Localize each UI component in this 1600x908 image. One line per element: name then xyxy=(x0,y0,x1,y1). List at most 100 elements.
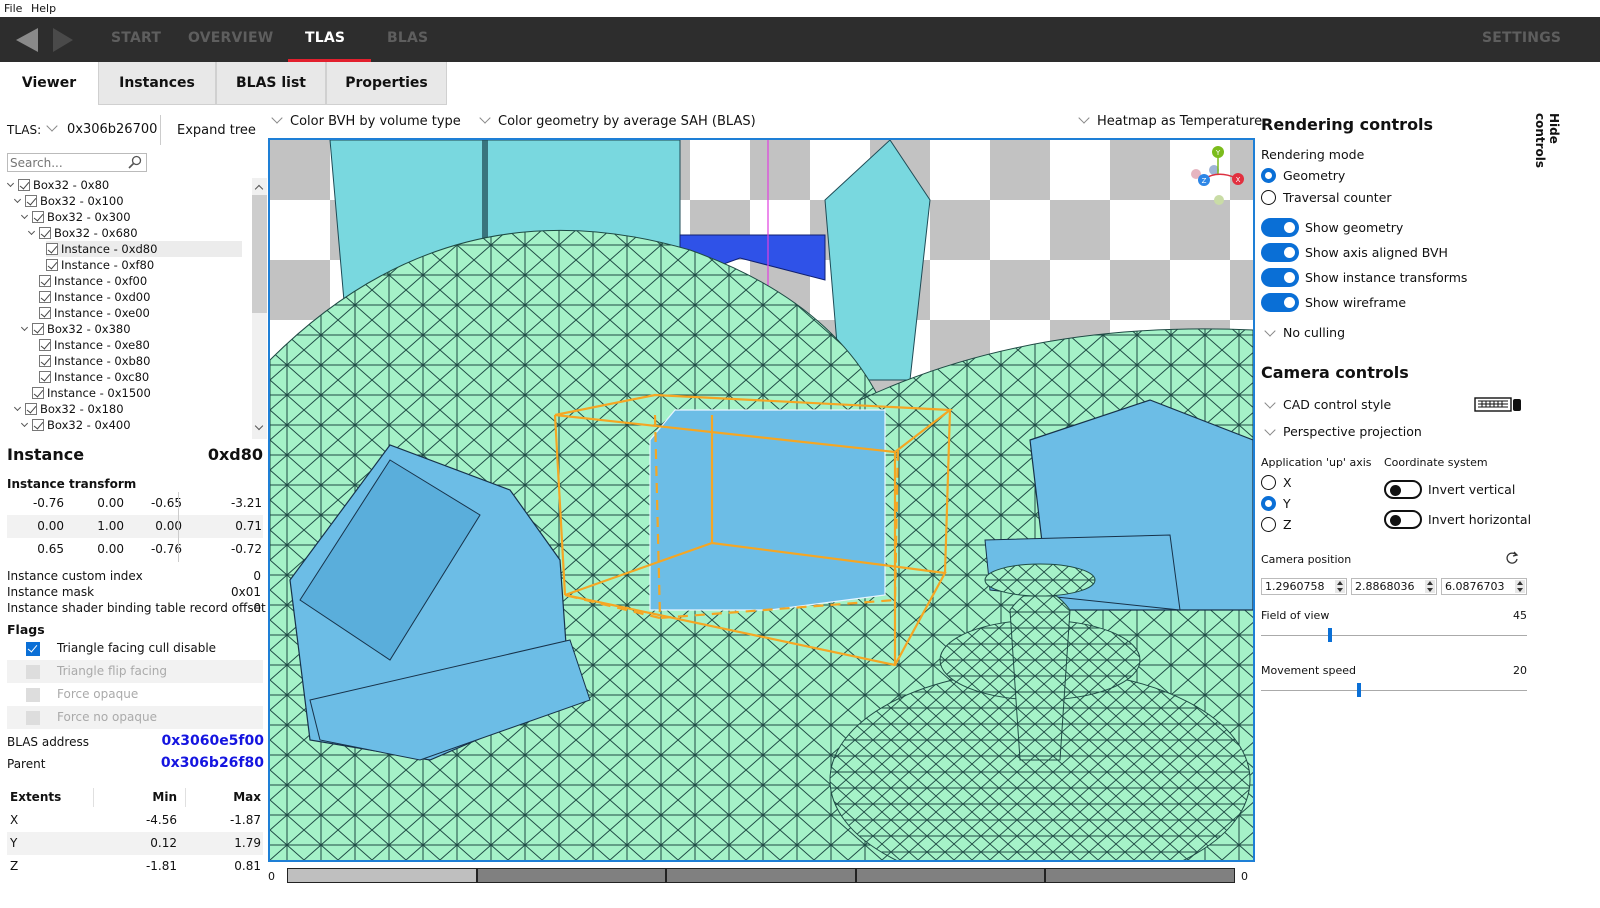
projection-dropdown[interactable]: Perspective projection xyxy=(1283,424,1422,439)
toggle-switch[interactable] xyxy=(1261,268,1299,287)
camera-position-value[interactable]: 6.0876703 xyxy=(1445,580,1505,593)
tree-item-checkbox[interactable] xyxy=(39,307,51,319)
tlas-dropdown-chevron-icon[interactable] xyxy=(46,120,58,132)
coordinate-toggle[interactable] xyxy=(1384,480,1422,499)
geometry-color-mode-dropdown[interactable]: Color geometry by average SAH (BLAS) xyxy=(498,114,756,129)
scrollbar-thumb[interactable] xyxy=(252,195,267,313)
tab-properties[interactable]: Properties xyxy=(326,62,447,105)
hide-controls-button[interactable]: Hide controls xyxy=(1533,113,1561,198)
tree-item-checkbox[interactable] xyxy=(46,243,58,255)
fov-slider-thumb[interactable] xyxy=(1328,628,1333,642)
parent-link[interactable]: 0x306b26f80 xyxy=(161,755,264,771)
bvh-color-chevron-icon[interactable] xyxy=(271,112,283,124)
up-axis-label[interactable]: Y xyxy=(1283,496,1291,511)
timeline-segment[interactable] xyxy=(288,869,478,882)
toggle-switch[interactable] xyxy=(1261,293,1299,312)
timeline-segment[interactable] xyxy=(477,869,668,882)
reset-camera-icon[interactable] xyxy=(1505,551,1519,565)
nav-tab-tlas[interactable]: TLAS xyxy=(305,30,345,46)
coordinate-toggle[interactable] xyxy=(1384,510,1422,529)
timeline-bar[interactable] xyxy=(287,868,1235,883)
tree-item-checkbox[interactable] xyxy=(46,259,58,271)
column-divider[interactable] xyxy=(185,788,186,807)
spin-arrows-icon[interactable] xyxy=(1425,580,1435,593)
column-divider[interactable] xyxy=(93,788,94,807)
culling-chevron-icon[interactable] xyxy=(1264,325,1276,337)
tab-viewer[interactable]: Viewer xyxy=(0,62,98,105)
spin-arrows-icon[interactable] xyxy=(1335,580,1345,593)
tree-item-checkbox[interactable] xyxy=(39,291,51,303)
flag-checkbox[interactable] xyxy=(26,642,40,656)
expand-chevron-icon[interactable] xyxy=(14,406,21,413)
blas-address-link[interactable]: 0x3060e5f00 xyxy=(161,733,264,749)
nav-tab-start[interactable]: START xyxy=(111,30,161,46)
tree-item[interactable]: Instance - 0xf80 xyxy=(46,257,242,273)
heatmap-mode-dropdown[interactable]: Heatmap as Temperature xyxy=(1097,114,1262,129)
nav-tab-overview[interactable]: OVERVIEW xyxy=(188,30,273,46)
up-axis-label[interactable]: Z xyxy=(1283,517,1292,532)
control-style-dropdown[interactable]: CAD control style xyxy=(1283,397,1391,412)
nav-settings[interactable]: SETTINGS xyxy=(1482,30,1561,46)
timeline-segment[interactable] xyxy=(1046,869,1234,882)
expand-chevron-icon[interactable] xyxy=(21,214,28,221)
search-icon[interactable] xyxy=(128,155,142,169)
tree-item[interactable]: Instance - 0xe00 xyxy=(39,305,242,321)
camera-position-spinbox[interactable]: 2.8868036 xyxy=(1351,578,1437,595)
up-axis-radio[interactable] xyxy=(1261,517,1276,532)
camera-position-value[interactable]: 2.8868036 xyxy=(1355,580,1415,593)
scroll-down-icon[interactable] xyxy=(254,421,264,431)
tree-item[interactable]: Box32 - 0x180 xyxy=(14,401,242,417)
expand-chevron-icon[interactable] xyxy=(28,230,35,237)
tree-item-checkbox[interactable] xyxy=(39,227,51,239)
tlas-selector[interactable]: 0x306b26700 xyxy=(67,122,157,137)
tab-instances[interactable]: Instances xyxy=(98,62,216,105)
back-arrow-icon[interactable] xyxy=(16,28,38,52)
tree-item[interactable]: Box32 - 0x300 xyxy=(21,209,242,225)
culling-dropdown[interactable]: No culling xyxy=(1283,325,1345,340)
tree-item-checkbox[interactable] xyxy=(39,339,51,351)
scroll-up-icon[interactable] xyxy=(254,184,264,194)
tree-item[interactable]: Box32 - 0x680 xyxy=(28,225,242,241)
tree-item-checkbox[interactable] xyxy=(32,419,44,431)
menu-file[interactable]: File xyxy=(4,2,22,15)
tree-item-checkbox[interactable] xyxy=(32,387,44,399)
tab-blas-list[interactable]: BLAS list xyxy=(216,62,326,105)
rendering-mode-label[interactable]: Traversal counter xyxy=(1283,190,1392,205)
expand-chevron-icon[interactable] xyxy=(7,182,14,189)
fov-slider-track[interactable] xyxy=(1261,635,1527,636)
tree-search-input[interactable] xyxy=(7,153,147,172)
tree-item-checkbox[interactable] xyxy=(32,323,44,335)
up-axis-radio[interactable] xyxy=(1261,475,1276,490)
geometry-color-chevron-icon[interactable] xyxy=(479,112,491,124)
tree-item[interactable]: Instance - 0xd80 xyxy=(46,241,242,257)
rendering-mode-radio[interactable] xyxy=(1261,190,1276,205)
speed-slider-track[interactable] xyxy=(1261,690,1527,691)
tree-item[interactable]: Instance - 0xe80 xyxy=(39,337,242,353)
tree-item-checkbox[interactable] xyxy=(32,211,44,223)
toggle-switch[interactable] xyxy=(1261,218,1299,237)
tree-item-checkbox[interactable] xyxy=(18,179,30,191)
up-axis-label[interactable]: X xyxy=(1283,475,1292,490)
timeline-segment[interactable] xyxy=(856,869,1047,882)
tree-item[interactable]: Box32 - 0x100 xyxy=(14,193,242,209)
expand-tree-button[interactable]: Expand tree xyxy=(177,123,256,138)
camera-position-spinbox[interactable]: 1.2960758 xyxy=(1261,578,1347,595)
expand-chevron-icon[interactable] xyxy=(21,422,28,429)
forward-arrow-icon[interactable] xyxy=(53,28,73,52)
tree-item[interactable]: Instance - 0xd00 xyxy=(39,289,242,305)
tree-item[interactable]: Instance - 0xf00 xyxy=(39,273,242,289)
nav-tab-blas[interactable]: BLAS xyxy=(387,30,428,46)
tree-item-checkbox[interactable] xyxy=(39,371,51,383)
bvh-color-mode-dropdown[interactable]: Color BVH by volume type xyxy=(290,114,461,129)
timeline-segment[interactable] xyxy=(667,869,857,882)
rendering-mode-label[interactable]: Geometry xyxy=(1283,168,1345,183)
camera-position-spinbox[interactable]: 6.0876703 xyxy=(1441,578,1527,595)
tree-item[interactable]: Box32 - 0x80 xyxy=(7,177,242,193)
tree-scrollbar[interactable] xyxy=(252,178,267,439)
rendering-mode-radio[interactable] xyxy=(1261,168,1276,183)
tree-item-checkbox[interactable] xyxy=(25,403,37,415)
heatmap-chevron-icon[interactable] xyxy=(1078,112,1090,124)
toggle-switch[interactable] xyxy=(1261,243,1299,262)
menu-help[interactable]: Help xyxy=(31,2,56,15)
expand-chevron-icon[interactable] xyxy=(21,326,28,333)
